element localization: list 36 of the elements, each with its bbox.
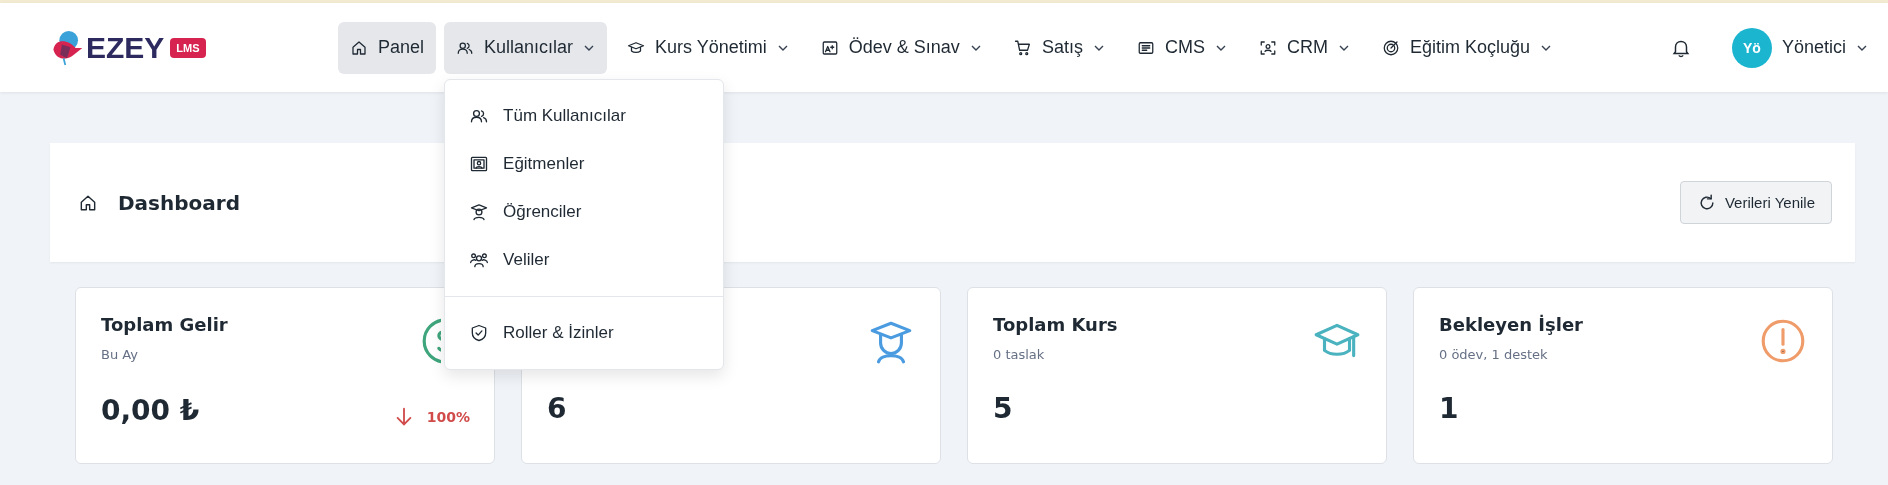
student-icon [469,201,490,222]
stat-value: 0,00 ₺ [101,393,200,427]
dropdown-item[interactable]: Eğitmenler [445,139,724,188]
stat-subtitle: 0 ödev, 1 destek [1439,347,1549,362]
dropdown-item[interactable]: Öğrenciler [445,187,724,236]
nav-item[interactable]: Satış [1001,21,1117,74]
nav-item[interactable]: Kurs Yönetimi [615,21,801,74]
nav-item[interactable]: CMS [1124,21,1239,74]
stat-value: 6 [547,392,567,425]
stat-value: 1 [1439,392,1459,425]
nav-item[interactable]: Ödev & Sınav [808,21,994,74]
stat-title: Bekleyen İşler [1439,314,1583,335]
stat-subtitle: 0 taslak [993,347,1046,362]
target-icon [1381,38,1400,57]
stat-value: 5 [993,392,1013,425]
nav-item[interactable]: Panel [338,21,437,74]
cart-icon [1013,38,1032,57]
logo-icon [50,28,84,67]
page-title: Dashboard [118,190,240,215]
dollar-icon [420,316,441,366]
dropdown-item[interactable]: Roller & İzinler [445,308,724,357]
stat-title: Toplam Kurs [993,314,1118,335]
dropdown-item[interactable]: Tüm Kullanıcılar [445,91,724,140]
nav-item[interactable]: CRM [1246,21,1362,74]
nav-item[interactable]: Eğitim Koçluğu [1369,21,1564,74]
stat-title: Toplam Gelir [101,314,228,335]
trend-percent: 100% [426,409,470,425]
dropdown-item[interactable]: Veliler [445,235,724,284]
stat-subtitle: Bu Ay [101,347,139,362]
logo-badge: LMS [170,37,206,58]
refresh-button[interactable]: Verileri Yenile [1679,181,1832,224]
avatar: Yö [1731,27,1772,68]
user-menu[interactable]: Yö Yönetici [1725,26,1874,69]
nav-item[interactable]: Kullanıcılar [444,21,608,74]
logo-text: EZEY [86,30,165,65]
face-scan-icon [1258,38,1277,57]
